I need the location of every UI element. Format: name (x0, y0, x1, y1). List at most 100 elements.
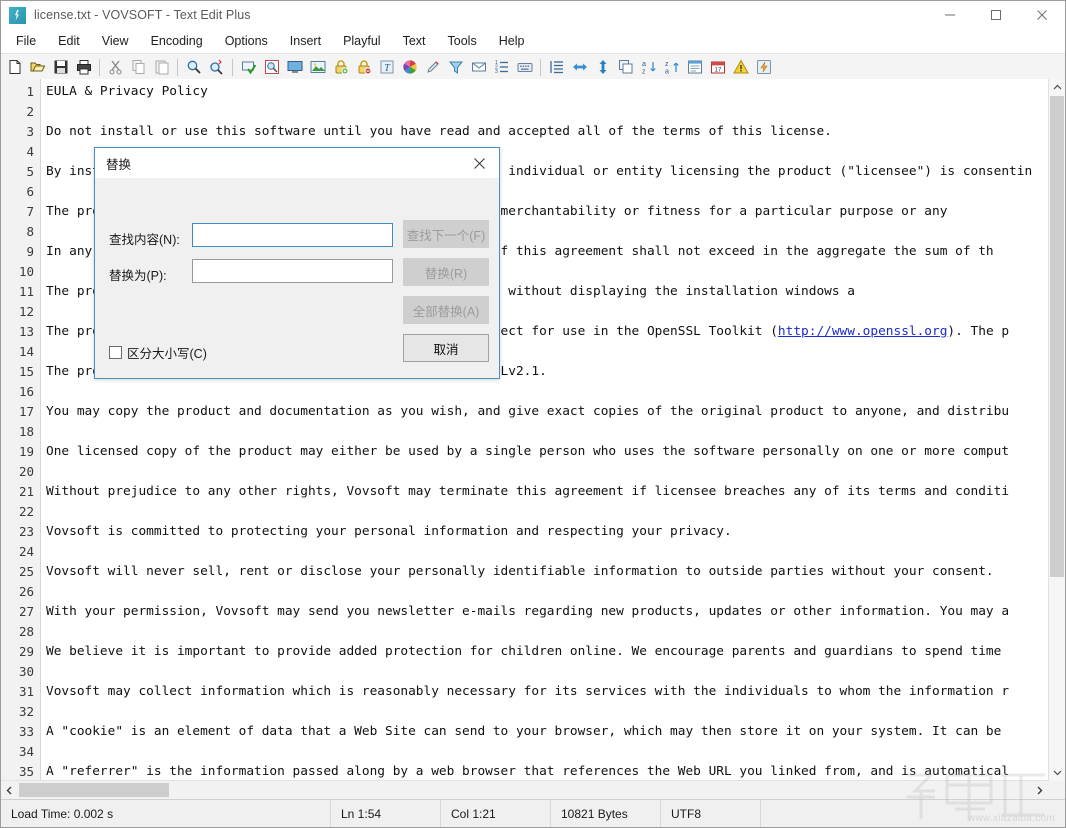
line-number: 21 (1, 482, 40, 502)
image-icon[interactable] (306, 56, 329, 78)
line-number: 3 (1, 122, 40, 142)
copy-icon[interactable] (127, 56, 150, 78)
cut-scissors-icon[interactable] (104, 56, 127, 78)
print-icon[interactable] (72, 56, 95, 78)
filter-funnel-icon[interactable] (444, 56, 467, 78)
match-case-checkbox[interactable]: 区分大小写(C) (109, 343, 207, 362)
vertical-scroll-track[interactable] (1049, 96, 1065, 764)
find-next-button[interactable]: 查找下一个(F) (403, 220, 489, 248)
menu-item-text[interactable]: Text (392, 31, 437, 51)
maximize-icon[interactable] (973, 1, 1019, 29)
menu-item-options[interactable]: Options (214, 31, 279, 51)
transform-text-icon[interactable]: T (375, 56, 398, 78)
preview-icon[interactable] (260, 56, 283, 78)
status-column: Col 1:21 (441, 800, 551, 828)
scroll-left-icon[interactable] (1, 781, 18, 799)
swap-vertical-icon[interactable] (591, 56, 614, 78)
window-icon[interactable] (683, 56, 706, 78)
horizontal-scroll-thumb[interactable] (19, 783, 169, 797)
menu-item-view[interactable]: View (91, 31, 140, 51)
checkbox-box-icon[interactable] (109, 346, 122, 359)
openssl-link[interactable]: http://www.openssl.org (778, 324, 948, 339)
svg-text:z: z (642, 69, 646, 76)
indent-list-icon[interactable] (545, 56, 568, 78)
mail-icon[interactable] (467, 56, 490, 78)
paste-icon[interactable] (150, 56, 173, 78)
save-disk-icon[interactable] (49, 56, 72, 78)
pen-icon[interactable] (421, 56, 444, 78)
toolbar-separator (540, 59, 541, 76)
calendar-icon[interactable]: 17 (706, 56, 729, 78)
code-line: Vovsoft is committed to protecting your … (46, 522, 1065, 542)
duplicate-icon[interactable] (614, 56, 637, 78)
line-number: 6 (1, 182, 40, 202)
open-folder-icon[interactable] (26, 56, 49, 78)
line-number: 10 (1, 262, 40, 282)
line-number: 22 (1, 502, 40, 522)
minimize-icon[interactable] (927, 1, 973, 29)
cancel-button[interactable]: 取消 (403, 334, 489, 362)
line-number: 26 (1, 582, 40, 602)
replace-input[interactable] (192, 259, 393, 283)
monitor-icon[interactable] (283, 56, 306, 78)
color-wheel-icon[interactable] (398, 56, 421, 78)
window-controls (927, 1, 1065, 29)
keyboard-icon[interactable] (513, 56, 536, 78)
find-input[interactable] (192, 223, 393, 247)
line-number: 31 (1, 682, 40, 702)
line-number: 12 (1, 302, 40, 322)
dialog-body: 查找内容(N): 替换为(P): 查找下一个(F) 替换(R) 全部替换(A) … (95, 178, 499, 379)
code-line: EULA & Privacy Policy (46, 82, 1065, 102)
code-line (46, 702, 1065, 722)
vertical-scrollbar[interactable] (1048, 79, 1065, 781)
status-load-time: Load Time: 0.002 s (1, 800, 331, 828)
scroll-down-icon[interactable] (1049, 764, 1065, 781)
swap-horizontal-icon[interactable] (568, 56, 591, 78)
sort-za-icon[interactable]: za (660, 56, 683, 78)
menu-item-help[interactable]: Help (488, 31, 536, 51)
app-logo-icon (9, 7, 26, 24)
new-file-icon[interactable] (3, 56, 26, 78)
menu-item-file[interactable]: File (5, 31, 47, 51)
svg-text:z: z (665, 61, 669, 68)
replace-dialog: 替换 查找内容(N): 替换为(P): 查找下一个(F) 替换(R) 全部替换(… (94, 147, 500, 379)
lightning-icon[interactable] (752, 56, 775, 78)
close-icon[interactable] (459, 148, 499, 178)
sort-az-icon[interactable]: az (637, 56, 660, 78)
horizontal-scrollbar[interactable] (1, 780, 1048, 799)
line-number: 25 (1, 562, 40, 582)
lock-remove-icon[interactable] (352, 56, 375, 78)
line-number: 17 (1, 402, 40, 422)
scroll-up-icon[interactable] (1049, 79, 1065, 96)
warning-icon[interactable] (729, 56, 752, 78)
code-line (46, 422, 1065, 442)
menu-item-encoding[interactable]: Encoding (140, 31, 214, 51)
line-number: 18 (1, 422, 40, 442)
spellcheck-icon[interactable] (237, 56, 260, 78)
menu-item-insert[interactable]: Insert (279, 31, 332, 51)
line-number: 19 (1, 442, 40, 462)
toolbar: T 123 az (1, 54, 1065, 81)
code-line: You may copy the product and documentati… (46, 402, 1065, 422)
replace-all-button[interactable]: 全部替换(A) (403, 296, 489, 324)
code-line (46, 742, 1065, 762)
close-icon[interactable] (1019, 1, 1065, 29)
code-line (46, 502, 1065, 522)
menu-item-playful[interactable]: Playful (332, 31, 392, 51)
menu-item-edit[interactable]: Edit (47, 31, 91, 51)
scroll-right-icon[interactable] (1031, 781, 1048, 799)
code-line: Vovsoft may collect information which is… (46, 682, 1065, 702)
svg-text:a: a (642, 61, 646, 68)
replace-button[interactable]: 替换(R) (403, 258, 489, 286)
replace-magnifier-icon[interactable] (205, 56, 228, 78)
lock-add-icon[interactable] (329, 56, 352, 78)
vertical-scroll-thumb[interactable] (1050, 96, 1064, 577)
code-line: One licensed copy of the product may eit… (46, 442, 1065, 462)
menu-bar: File Edit View Encoding Options Insert P… (1, 29, 1065, 54)
list-numbered-icon[interactable]: 123 (490, 56, 513, 78)
find-magnifier-icon[interactable] (182, 56, 205, 78)
line-number: 33 (1, 722, 40, 742)
menu-item-tools[interactable]: Tools (437, 31, 488, 51)
svg-text:a: a (665, 69, 669, 76)
line-number: 34 (1, 742, 40, 762)
